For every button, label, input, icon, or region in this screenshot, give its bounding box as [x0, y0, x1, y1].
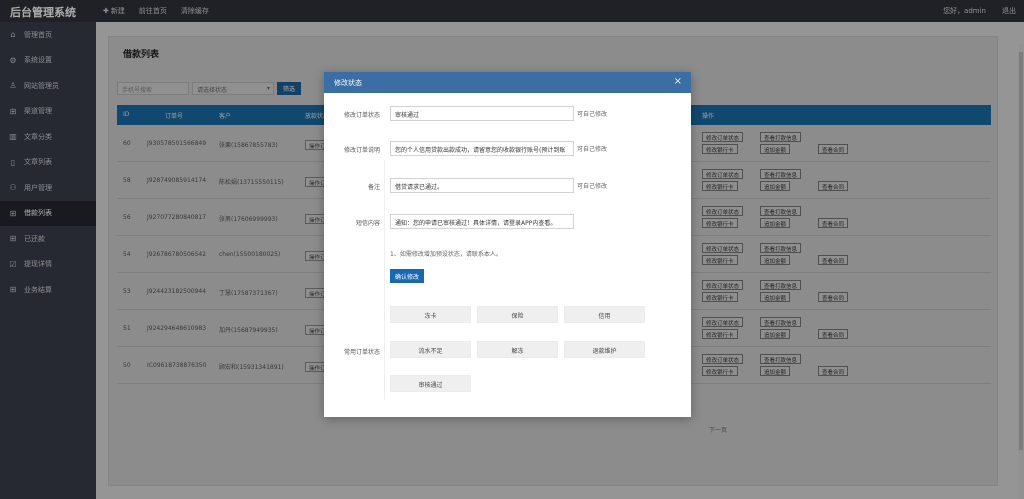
remark-note: 可自己修改 — [577, 183, 608, 190]
modal-divider — [384, 160, 385, 400]
close-icon[interactable]: × — [674, 76, 682, 87]
order-status-label: 修改订单状态 — [343, 112, 380, 119]
remark-label: 备注 — [367, 184, 380, 191]
order-status-note: 可自己修改 — [577, 111, 608, 118]
confirm-button[interactable]: 确认修改 — [390, 269, 425, 283]
quick-status-insurance[interactable]: 保险 — [477, 306, 558, 323]
quick-status-label: 常用订单状态 — [343, 349, 380, 356]
sms-input[interactable]: 通知：您的申请已审核通过！具体详情，请登录APP内查看。 — [390, 214, 574, 229]
modal-title: 修改状态 — [334, 79, 362, 87]
quick-status-credit[interactable]: 信用 — [564, 306, 645, 323]
quick-status-unfreeze[interactable]: 解冻 — [477, 341, 558, 358]
quick-status-freeze-card[interactable]: 冻卡 — [390, 306, 471, 323]
quick-status-insufficient-flow[interactable]: 流水不足 — [390, 341, 471, 358]
order-desc-note: 可自己修改 — [577, 146, 608, 153]
edit-status-modal: 修改状态 × 修改订单状态 审核通过 可自己修改 修改订单说明 您的个人信用贷款… — [324, 72, 691, 417]
order-desc-label: 修改订单说明 — [343, 147, 380, 154]
modal-header: 修改状态 × — [324, 72, 691, 93]
sms-label: 短信内容 — [355, 220, 380, 227]
preset-hint: 1、如需修改增加预设状态，请联系本人。 — [390, 251, 502, 258]
quick-status-refund-maintenance[interactable]: 退款维护 — [564, 341, 645, 358]
remark-input[interactable]: 借贷请求已通过。 — [390, 178, 574, 193]
quick-status-approved[interactable]: 审核通过 — [390, 375, 471, 392]
order-desc-input[interactable]: 您的个人信用贷款出款成功，请留意您的收款银行账号(预计到账 — [390, 141, 574, 156]
order-status-input[interactable]: 审核通过 — [390, 106, 574, 121]
